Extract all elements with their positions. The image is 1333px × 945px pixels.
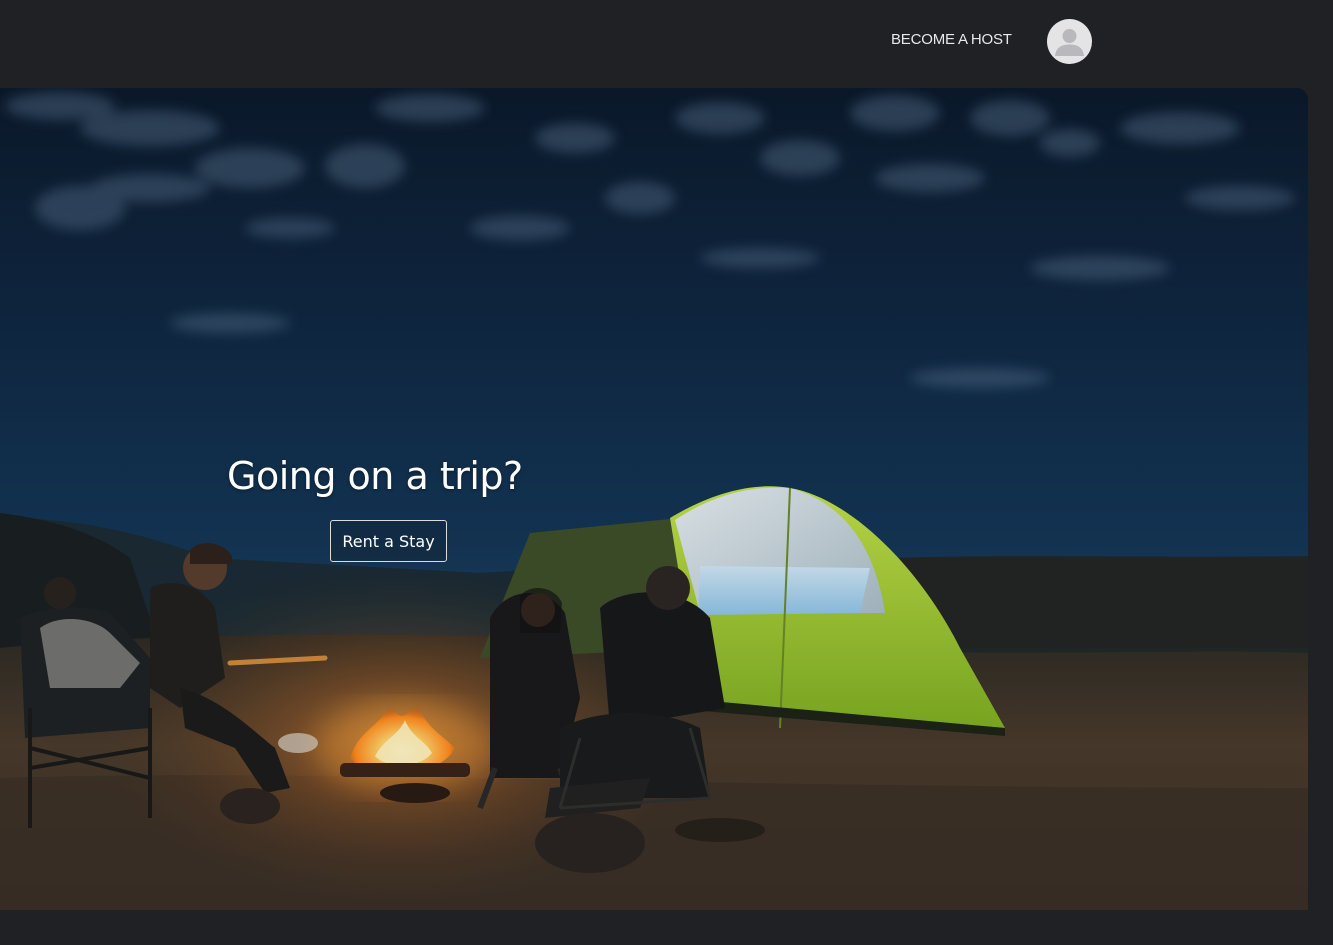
become-host-link[interactable]: BECOME A HOST	[891, 31, 1012, 48]
user-avatar-icon[interactable]	[1047, 19, 1092, 64]
right-scroll-gutter	[1308, 86, 1333, 912]
top-navigation-bar: BECOME A HOST	[0, 0, 1333, 86]
person-silhouette-icon	[1055, 29, 1084, 56]
bottom-bar	[0, 910, 1333, 945]
hero-banner: Going on a trip? Rent a Stay	[0, 88, 1308, 910]
hero-title: Going on a trip?	[227, 454, 523, 498]
camping-night-photo	[0, 88, 1308, 910]
rent-a-stay-button[interactable]: Rent a Stay	[330, 520, 447, 562]
